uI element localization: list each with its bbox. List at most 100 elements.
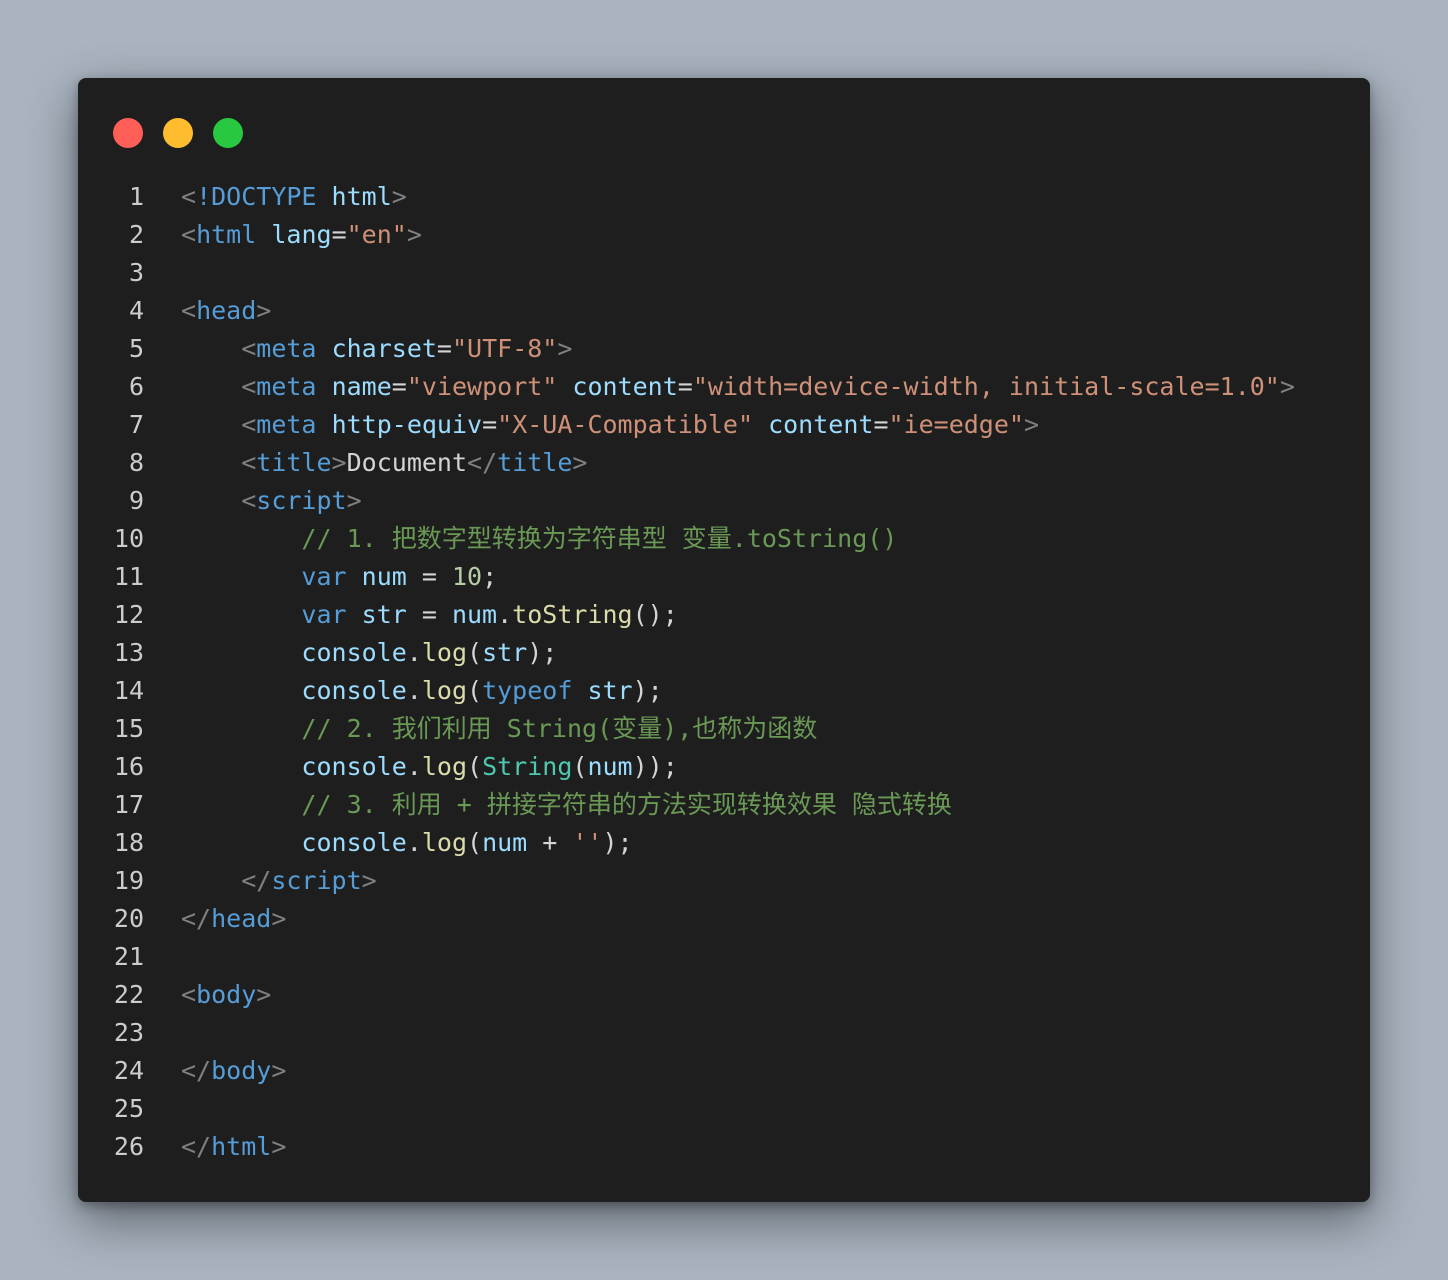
code-line: 20 </head> xyxy=(78,900,1370,938)
line-content: console.log(str); xyxy=(181,634,557,672)
code-token: > xyxy=(572,448,588,477)
code-token: html xyxy=(331,182,392,211)
code-line: 24 </body> xyxy=(78,1052,1370,1090)
code-token: str xyxy=(482,638,528,667)
code-token: "X-UA-Compatible" xyxy=(497,410,754,439)
code-token: > xyxy=(557,334,573,363)
code-token: meta xyxy=(256,410,317,439)
line-content: <script> xyxy=(181,482,362,520)
code-token: lang xyxy=(271,220,332,249)
line-content: console.log(typeof str); xyxy=(181,672,662,710)
code-line: 15 // 2. 我们利用 String(变量),也称为函数 xyxy=(78,710,1370,748)
line-number: 19 xyxy=(113,866,144,895)
code-token: ( xyxy=(467,638,483,667)
minimize-button[interactable] xyxy=(163,118,193,148)
code-token: html xyxy=(211,1132,272,1161)
code-token: head xyxy=(196,296,257,325)
code-token: > xyxy=(271,904,287,933)
code-token: typeof xyxy=(482,676,573,705)
code-token: http-equiv xyxy=(331,410,483,439)
code-token: = xyxy=(331,220,347,249)
code-token: ); xyxy=(602,828,633,857)
line-number: 9 xyxy=(128,486,144,515)
code-token: str xyxy=(587,676,633,705)
line-number: 4 xyxy=(128,296,144,325)
line-content: <!DOCTYPE html> xyxy=(181,178,407,216)
code-token: "UTF-8" xyxy=(451,334,558,363)
code-token: ( xyxy=(467,676,483,705)
line-number: 14 xyxy=(113,676,144,705)
code-token: </ xyxy=(181,904,212,933)
code-line: 19 </script> xyxy=(78,862,1370,900)
code-token: meta xyxy=(256,372,317,401)
line-content: // 3. 利用 + 拼接字符串的方法实现转换效果 隐式转换 xyxy=(181,786,952,824)
code-token: ( xyxy=(467,752,483,781)
code-token: )); xyxy=(632,752,678,781)
code-token: > xyxy=(271,1132,287,1161)
code-line: 17 // 3. 利用 + 拼接字符串的方法实现转换效果 隐式转换 xyxy=(78,786,1370,824)
line-number: 26 xyxy=(113,1132,144,1161)
code-token: > xyxy=(391,182,407,211)
line-number: 18 xyxy=(113,828,144,857)
line-number: 11 xyxy=(113,562,144,591)
code-token: log xyxy=(421,638,467,667)
code-line: 21 xyxy=(78,938,1370,976)
code-line: 13 console.log(str); xyxy=(78,634,1370,672)
code-token: > xyxy=(331,448,347,477)
code-token: content xyxy=(768,410,874,439)
code-token: < xyxy=(241,410,257,439)
code-token: "ie=edge" xyxy=(888,410,1024,439)
code-token: "width=device-width, initial-scale=1.0" xyxy=(692,372,1280,401)
code-token: num xyxy=(451,600,498,629)
code-line: 18 console.log(num + ''); xyxy=(78,824,1370,862)
line-content: <body> xyxy=(181,976,271,1014)
code-line: 16 console.log(String(num)); xyxy=(78,748,1370,786)
line-number: 22 xyxy=(113,980,144,1009)
code-token: < xyxy=(241,334,257,363)
code-token: < xyxy=(241,448,257,477)
code-token: log xyxy=(421,752,467,781)
code-editor[interactable]: 1 <!DOCTYPE html> 2 <html lang="en"> 3 4 <head… xyxy=(78,178,1370,1166)
line-content: <meta charset="UTF-8"> xyxy=(181,330,572,368)
code-window: 1 <!DOCTYPE html> 2 <html lang="en"> 3 4 <head… xyxy=(78,78,1370,1202)
line-content: console.log(num + ''); xyxy=(181,824,633,862)
code-token: !DOCTYPE xyxy=(196,182,317,211)
code-token: toString xyxy=(512,600,633,629)
code-line: 12 var str = num.toString(); xyxy=(78,596,1370,634)
code-line: 9 <script> xyxy=(78,482,1370,520)
code-token: = xyxy=(406,600,452,629)
line-number: 17 xyxy=(113,790,144,819)
code-token: console xyxy=(301,638,407,667)
code-token: < xyxy=(181,296,197,325)
code-token: . xyxy=(406,676,422,705)
code-line: 14 console.log(typeof str); xyxy=(78,672,1370,710)
line-number: 21 xyxy=(113,942,144,971)
code-token: script xyxy=(271,866,362,895)
code-token: > xyxy=(346,486,362,515)
code-token: = xyxy=(391,372,407,401)
code-line: 8 <title>Document</title> xyxy=(78,444,1370,482)
code-token: = xyxy=(482,410,498,439)
code-token: = xyxy=(436,334,452,363)
code-token: = xyxy=(406,562,452,591)
line-content: <html lang="en"> xyxy=(181,216,422,254)
code-token: body xyxy=(196,980,257,1009)
code-line: 26 </html> xyxy=(78,1128,1370,1166)
close-button[interactable] xyxy=(113,118,143,148)
code-token: // 2. 我们利用 String(变量),也称为函数 xyxy=(301,714,818,743)
maximize-button[interactable] xyxy=(213,118,243,148)
